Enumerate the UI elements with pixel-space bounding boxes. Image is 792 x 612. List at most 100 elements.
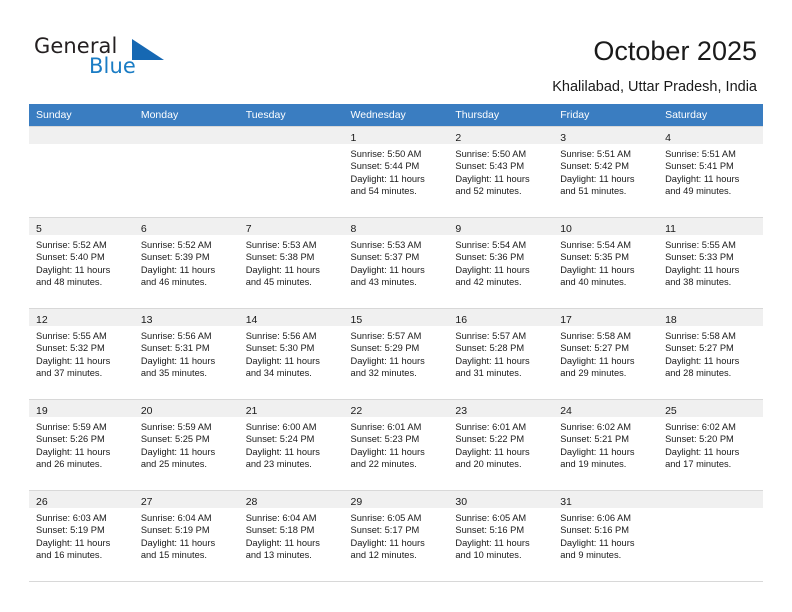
weekday-header-friday: Friday	[553, 104, 659, 127]
day-cell-content: 25 Sunrise: 6:02 AM Sunset: 5:20 PM Dayligh…	[658, 400, 763, 490]
calendar-day-cell[interactable]: 17 Sunrise: 5:58 AM Sunset: 5:27 PM Dayligh…	[553, 308, 659, 400]
daylight-duration-line2: and 23 minutes.	[245, 458, 312, 469]
calendar-day-cell[interactable]: 7 Sunrise: 5:53 AM Sunset: 5:38 PM Daylight…	[238, 217, 344, 309]
daylight-duration-line2: and 31 minutes.	[455, 367, 522, 378]
calendar-day-cell[interactable]: 26 Sunrise: 6:03 AM Sunset: 5:19 PM Dayligh…	[29, 490, 134, 582]
day-number-bar: 21	[238, 400, 344, 417]
calendar-day-cell[interactable]: 21 Sunrise: 6:00 AM Sunset: 5:24 PM Dayligh…	[238, 399, 344, 491]
day-number-bar: 8	[343, 218, 449, 235]
calendar-day-cell[interactable]: 23 Sunrise: 6:01 AM Sunset: 5:22 PM Dayligh…	[448, 399, 554, 491]
logo-blue-text: Blue	[89, 54, 136, 78]
calendar-day-cell[interactable]: 3 Sunrise: 5:51 AM Sunset: 5:42 PM Daylight…	[553, 126, 659, 218]
calendar-day-cell[interactable]: 28 Sunrise: 6:04 AM Sunset: 5:18 PM Dayligh…	[238, 490, 344, 582]
calendar-day-cell[interactable]: 22 Sunrise: 6:01 AM Sunset: 5:23 PM Dayligh…	[343, 399, 449, 491]
daylight-duration-line2: and 25 minutes.	[140, 458, 207, 469]
daylight-duration-line1: Daylight: 11 hours	[455, 355, 530, 366]
sunset-time: Sunset: 5:19 PM	[140, 525, 210, 536]
daylight-duration-line1: Daylight: 11 hours	[665, 264, 740, 275]
sunset-time: Sunset: 5:27 PM	[560, 343, 629, 354]
calendar-day-cell[interactable]: 15 Sunrise: 5:57 AM Sunset: 5:29 PM Dayligh…	[343, 308, 449, 400]
calendar-day-cell[interactable]: 12 Sunrise: 5:55 AM Sunset: 5:32 PM Dayligh…	[29, 308, 134, 400]
daylight-duration-line1: Daylight: 11 hours	[665, 173, 740, 184]
calendar-week-row: 19 Sunrise: 5:59 AM Sunset: 5:26 PM Dayligh…	[29, 399, 763, 491]
day-number-bar: 14	[238, 309, 344, 326]
daylight-duration-line1: Daylight: 11 hours	[665, 446, 740, 457]
calendar-day-cell[interactable]: 25 Sunrise: 6:02 AM Sunset: 5:20 PM Dayligh…	[658, 399, 763, 491]
day-sun-info: Sunrise: 6:06 AM Sunset: 5:16 PM Daylight:…	[553, 508, 658, 561]
day-cell-content: 4 Sunrise: 5:51 AM Sunset: 5:41 PM Daylight…	[658, 127, 763, 217]
sunset-time: Sunset: 5:26 PM	[36, 434, 105, 445]
calendar-day-cell[interactable]: 16 Sunrise: 5:57 AM Sunset: 5:28 PM Dayligh…	[448, 308, 554, 400]
sunrise-time: Sunrise: 6:01 AM	[350, 422, 422, 432]
sunrise-time: Sunrise: 5:54 AM	[560, 240, 632, 250]
sunset-time: Sunset: 5:27 PM	[665, 343, 734, 354]
daylight-duration-line1: Daylight: 11 hours	[455, 173, 530, 184]
calendar-day-cell[interactable]: 8 Sunrise: 5:53 AM Sunset: 5:37 PM Daylight…	[343, 217, 449, 309]
day-number: 21	[245, 405, 258, 417]
daylight-duration-line1: Daylight: 11 hours	[350, 446, 425, 457]
sunset-time: Sunset: 5:37 PM	[350, 252, 420, 263]
daylight-duration-line2: and 42 minutes.	[455, 276, 522, 287]
day-number-bar	[238, 127, 344, 144]
day-number: 22	[350, 405, 363, 417]
calendar-day-cell[interactable]: 9 Sunrise: 5:54 AM Sunset: 5:36 PM Daylight…	[448, 217, 554, 309]
sunset-time: Sunset: 5:17 PM	[350, 525, 420, 536]
calendar-cell-empty	[133, 126, 239, 218]
calendar-day-cell[interactable]: 27 Sunrise: 6:04 AM Sunset: 5:19 PM Dayligh…	[133, 490, 239, 582]
day-cell-content: 10 Sunrise: 5:54 AM Sunset: 5:35 PM Dayligh…	[553, 218, 659, 308]
day-sun-info: Sunrise: 5:54 AM Sunset: 5:35 PM Daylight:…	[553, 235, 658, 288]
day-cell-content: 23 Sunrise: 6:01 AM Sunset: 5:22 PM Dayligh…	[448, 400, 554, 490]
calendar-day-cell[interactable]: 6 Sunrise: 5:52 AM Sunset: 5:39 PM Daylight…	[133, 217, 239, 309]
day-number-bar: 24	[553, 400, 659, 417]
day-number-bar: 9	[448, 218, 554, 235]
day-cell-content: 2 Sunrise: 5:50 AM Sunset: 5:43 PM Daylight…	[448, 127, 554, 217]
day-sun-info: Sunrise: 5:53 AM Sunset: 5:37 PM Daylight:…	[344, 235, 449, 288]
calendar-day-cell[interactable]: 31 Sunrise: 6:06 AM Sunset: 5:16 PM Dayligh…	[553, 490, 659, 582]
calendar-day-cell[interactable]: 29 Sunrise: 6:05 AM Sunset: 5:17 PM Dayligh…	[343, 490, 449, 582]
daylight-duration-line1: Daylight: 11 hours	[560, 355, 635, 366]
calendar-day-cell[interactable]: 10 Sunrise: 5:54 AM Sunset: 5:35 PM Dayligh…	[553, 217, 659, 309]
daylight-duration-line2: and 54 minutes.	[350, 185, 417, 196]
calendar-day-cell[interactable]: 4 Sunrise: 5:51 AM Sunset: 5:41 PM Daylight…	[658, 126, 763, 218]
sunrise-time: Sunrise: 5:57 AM	[455, 331, 527, 341]
calendar-day-cell[interactable]: 1 Sunrise: 5:50 AM Sunset: 5:44 PM Daylight…	[343, 126, 449, 218]
day-number-bar: 15	[343, 309, 449, 326]
daylight-duration-line1: Daylight: 11 hours	[560, 446, 635, 457]
day-cell-content	[658, 491, 763, 581]
sunset-time: Sunset: 5:16 PM	[560, 525, 629, 536]
sunrise-time: Sunrise: 6:04 AM	[245, 513, 317, 523]
day-sun-info: Sunrise: 5:58 AM Sunset: 5:27 PM Daylight:…	[658, 326, 763, 379]
calendar-day-cell[interactable]: 20 Sunrise: 5:59 AM Sunset: 5:25 PM Dayligh…	[133, 399, 239, 491]
calendar-day-cell[interactable]: 14 Sunrise: 5:56 AM Sunset: 5:30 PM Dayligh…	[238, 308, 344, 400]
daylight-duration-line1: Daylight: 11 hours	[245, 537, 320, 548]
sunrise-time: Sunrise: 5:55 AM	[665, 240, 736, 250]
general-blue-logo[interactable]: General Blue	[34, 34, 214, 84]
daylight-duration-line1: Daylight: 11 hours	[36, 355, 111, 366]
calendar-day-cell[interactable]: 11 Sunrise: 5:55 AM Sunset: 5:33 PM Dayligh…	[658, 217, 763, 309]
day-cell-content	[29, 127, 134, 217]
day-cell-content: 9 Sunrise: 5:54 AM Sunset: 5:36 PM Daylight…	[448, 218, 554, 308]
calendar-day-cell[interactable]: 30 Sunrise: 6:05 AM Sunset: 5:16 PM Dayligh…	[448, 490, 554, 582]
calendar-day-cell[interactable]: 18 Sunrise: 5:58 AM Sunset: 5:27 PM Dayligh…	[658, 308, 763, 400]
daylight-duration-line2: and 37 minutes.	[36, 367, 103, 378]
day-cell-content: 31 Sunrise: 6:06 AM Sunset: 5:16 PM Dayligh…	[553, 491, 659, 581]
day-sun-info: Sunrise: 5:53 AM Sunset: 5:38 PM Daylight:…	[239, 235, 344, 288]
sunrise-time: Sunrise: 5:59 AM	[140, 422, 212, 432]
sunrise-time: Sunrise: 5:56 AM	[245, 331, 317, 341]
sunrise-sunset-calendar: Sunday Monday Tuesday Wednesday Thursday…	[29, 104, 763, 582]
calendar-page: General Blue October 2025 Khalilabad, Ut…	[0, 0, 792, 612]
sunset-time: Sunset: 5:22 PM	[455, 434, 525, 445]
sunrise-time: Sunrise: 6:00 AM	[245, 422, 317, 432]
calendar-day-cell[interactable]: 24 Sunrise: 6:02 AM Sunset: 5:21 PM Dayligh…	[553, 399, 659, 491]
day-cell-content: 5 Sunrise: 5:52 AM Sunset: 5:40 PM Daylight…	[29, 218, 134, 308]
sunset-time: Sunset: 5:44 PM	[350, 161, 420, 172]
calendar-day-cell[interactable]: 13 Sunrise: 5:56 AM Sunset: 5:31 PM Dayligh…	[133, 308, 239, 400]
calendar-day-cell[interactable]: 5 Sunrise: 5:52 AM Sunset: 5:40 PM Daylight…	[29, 217, 134, 309]
day-number: 2	[455, 132, 462, 144]
sunset-time: Sunset: 5:31 PM	[140, 343, 210, 354]
day-sun-info: Sunrise: 5:55 AM Sunset: 5:33 PM Daylight:…	[658, 235, 763, 288]
daylight-duration-line1: Daylight: 11 hours	[455, 446, 530, 457]
calendar-day-cell[interactable]: 2 Sunrise: 5:50 AM Sunset: 5:43 PM Daylight…	[448, 126, 554, 218]
day-sun-info: Sunrise: 6:05 AM Sunset: 5:17 PM Daylight:…	[344, 508, 449, 561]
calendar-day-cell[interactable]: 19 Sunrise: 5:59 AM Sunset: 5:26 PM Dayligh…	[29, 399, 134, 491]
